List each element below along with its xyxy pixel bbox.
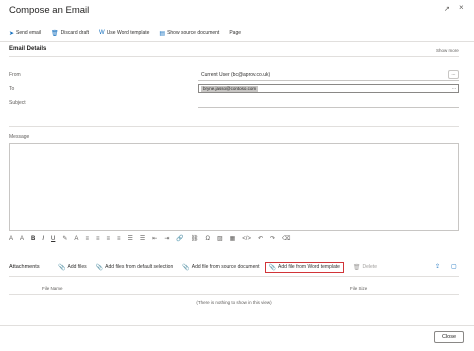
italic-button[interactable]: I	[42, 236, 44, 242]
font-family-icon[interactable]: A	[20, 236, 24, 242]
format-toolbar: A A B I U ✎ A ≡ ≡ ≡ ≡ ☰ ☰ ⇤ ⇥ 🔗 ⛓ Ω ▨ ▦ </> ↶ ↷ ⌫	[9, 234, 298, 243]
close-button[interactable]: Close	[434, 331, 464, 343]
link-icon[interactable]: 🔗	[176, 235, 183, 242]
align-center-icon[interactable]: ≡	[96, 236, 100, 242]
add-files-label: Add files	[67, 264, 87, 270]
share-icon[interactable]: ⇪	[435, 263, 440, 270]
from-field-line	[198, 80, 459, 81]
font-color-icon[interactable]: A	[74, 236, 78, 242]
paperclip-icon: 📎	[95, 264, 104, 271]
delete-label: Delete	[362, 264, 377, 270]
footer-divider	[0, 325, 474, 326]
justify-icon[interactable]: ≡	[117, 236, 121, 242]
dialog-title: Compose an Email	[9, 5, 90, 16]
add-file-source-document-label: Add file from source document	[191, 264, 260, 270]
add-file-word-template-button[interactable]: 📎 Add file from Word template	[264, 261, 344, 273]
align-right-icon[interactable]: ≡	[106, 236, 110, 242]
file-name-column-header[interactable]: File Name	[42, 286, 63, 291]
clear-format-icon[interactable]: ⌫	[282, 235, 290, 242]
paperclip-icon: 📎	[58, 264, 66, 271]
unlink-icon[interactable]: ⛓	[191, 235, 199, 242]
email-details-title: Email Details	[9, 46, 47, 52]
from-label: From	[9, 72, 21, 78]
file-size-column-header[interactable]: File Size	[350, 286, 367, 291]
subject-field[interactable]	[198, 107, 459, 108]
bullet-list-icon[interactable]: ☰	[128, 235, 133, 242]
highlight-icon[interactable]: ✎	[62, 235, 67, 242]
send-icon: ➤	[9, 30, 15, 37]
redo-icon[interactable]: ↷	[270, 235, 275, 242]
divider	[9, 276, 459, 277]
trash-icon: 🗑	[51, 30, 59, 37]
image-icon[interactable]: ▨	[217, 235, 223, 242]
recipient-chip[interactable]: bryne.jasso@contoso.com	[201, 86, 259, 92]
send-email-label: Send email	[16, 30, 42, 36]
expand-grid-icon[interactable]: ▢	[451, 263, 457, 270]
increase-indent-icon[interactable]: ⇥	[164, 235, 169, 242]
trash-icon: 🗑	[352, 264, 361, 271]
show-source-document-label: Show source document	[167, 30, 220, 36]
empty-grid-message: (There is nothing to show in this view)	[196, 300, 272, 305]
message-label: Message	[9, 134, 30, 140]
show-source-document-button[interactable]: ▤ Show source document	[159, 30, 219, 37]
discard-draft-button[interactable]: 🗑 Discard draft	[51, 30, 89, 37]
page-label: Page	[229, 30, 242, 36]
to-field[interactable]: bryne.jasso@contoso.com ...	[198, 84, 459, 93]
attachments-title: Attachments	[9, 264, 40, 270]
from-more-button[interactable]: ...	[448, 70, 459, 79]
use-word-template-button[interactable]: W Use Word template	[99, 30, 149, 36]
word-icon: W	[99, 30, 105, 36]
action-toolbar: ➤ Send email 🗑 Discard draft W Use Word …	[9, 28, 251, 38]
paperclip-icon: 📎	[182, 264, 190, 271]
divider	[0, 41, 474, 42]
document-icon: ▤	[159, 30, 166, 37]
expand-icon[interactable]: ↗	[444, 5, 450, 13]
add-file-source-document-button[interactable]: 📎 Add file from source document	[182, 264, 259, 271]
code-icon[interactable]: </>	[242, 236, 251, 242]
add-file-word-template-label: Add file from Word template	[278, 264, 340, 270]
add-files-default-selection-label: Add files from default selection	[105, 264, 174, 270]
use-word-template-label: Use Word template	[106, 30, 150, 36]
show-more-link[interactable]: Show more	[436, 48, 459, 53]
attachments-toolbar: 📎 Add files 📎 Add files from default select…	[58, 261, 386, 273]
align-left-icon[interactable]: ≡	[85, 236, 89, 242]
decrease-indent-icon[interactable]: ⇤	[152, 235, 157, 242]
subject-label: Subject	[9, 100, 26, 106]
add-files-default-selection-button[interactable]: 📎 Add files from default selection	[96, 264, 174, 271]
page-menu[interactable]: Page	[229, 30, 241, 36]
delete-button[interactable]: 🗑 Delete	[353, 264, 377, 271]
grid-header-divider	[9, 294, 459, 295]
add-files-button[interactable]: 📎 Add files	[58, 264, 87, 271]
section-divider	[9, 56, 459, 57]
close-icon[interactable]: ×	[459, 3, 464, 12]
send-email-button[interactable]: ➤ Send email	[9, 30, 41, 37]
discard-draft-label: Discard draft	[60, 30, 90, 36]
paperclip-icon: 📎	[268, 264, 277, 271]
table-icon[interactable]: ▦	[230, 235, 236, 242]
from-value: Current User (bc@aprov.co.uk)	[201, 72, 271, 78]
numbered-list-icon[interactable]: ☰	[140, 235, 145, 242]
to-label: To	[9, 86, 15, 92]
special-char-icon[interactable]: Ω	[205, 236, 210, 242]
to-lookup-button[interactable]: ...	[452, 85, 456, 91]
undo-icon[interactable]: ↶	[258, 235, 263, 242]
message-editor[interactable]	[9, 143, 459, 231]
font-size-icon[interactable]: A	[9, 236, 13, 242]
divider	[9, 126, 459, 127]
bold-button[interactable]: B	[31, 236, 35, 242]
underline-button[interactable]: U	[51, 236, 55, 242]
